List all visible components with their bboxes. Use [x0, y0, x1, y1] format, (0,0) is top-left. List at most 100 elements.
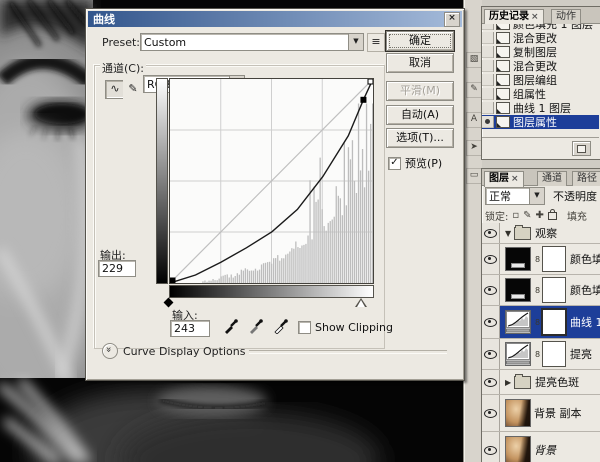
layer-thumbnail[interactable]: [505, 247, 531, 271]
history-item[interactable]: 复制图层: [482, 45, 599, 59]
preview-label: 预览(P): [405, 155, 442, 171]
history-item[interactable]: 曲线 1 图层: [482, 101, 599, 115]
curve-display-options-expander[interactable]: [102, 343, 118, 359]
brush-tool-icon[interactable]: ✎: [466, 82, 482, 98]
history-brush-source[interactable]: [482, 74, 494, 86]
layer-row[interactable]: ▼ 观察: [482, 223, 600, 244]
history-brush-source[interactable]: [482, 102, 494, 114]
preset-select[interactable]: Custom ▼: [140, 33, 364, 51]
visibility-toggle[interactable]: [482, 432, 500, 462]
layer-row[interactable]: 8 提亮: [482, 339, 600, 370]
history-brush-source[interactable]: [482, 116, 494, 128]
visibility-toggle[interactable]: [482, 395, 500, 431]
layer-name[interactable]: 提亮: [570, 346, 592, 362]
tab-close-icon[interactable]: ×: [511, 174, 519, 184]
layer-row[interactable]: 背景 副本: [482, 395, 600, 432]
lock-transparency-icon[interactable]: ▫: [512, 210, 519, 221]
layer-name[interactable]: 颜色填充 1: [570, 282, 600, 298]
history-item-label: 图层属性: [513, 114, 557, 130]
visibility-toggle[interactable]: [482, 223, 500, 243]
options-button[interactable]: 选项(T)...: [386, 128, 454, 148]
tab-layers[interactable]: 图层×: [484, 171, 524, 187]
input-field[interactable]: 243: [170, 320, 210, 337]
layer-name[interactable]: 背景 副本: [534, 405, 582, 421]
black-point-eyedropper[interactable]: [223, 318, 239, 334]
tab-channels-label: 通道: [542, 173, 562, 184]
preview-checkbox[interactable]: ✓: [388, 157, 401, 170]
gray-point-eyedropper[interactable]: [248, 318, 264, 334]
layer-thumbnail[interactable]: [505, 310, 531, 334]
layer-thumbnail[interactable]: [505, 399, 531, 427]
layer-row[interactable]: 8 曲线 1: [482, 306, 600, 339]
dialog-titlebar[interactable]: 曲线 ×: [88, 11, 462, 27]
cancel-button[interactable]: 取消: [386, 53, 454, 73]
curve-display-options-label: Curve Display Options: [123, 345, 245, 358]
layer-thumbnail[interactable]: [505, 342, 531, 366]
auto-button[interactable]: 自动(A): [386, 105, 454, 125]
show-clipping-checkbox[interactable]: [298, 321, 311, 334]
visibility-toggle[interactable]: [482, 244, 500, 274]
layer-row[interactable]: ▶ 提亮色斑: [482, 370, 600, 395]
marquee-tool-icon[interactable]: ▧: [466, 52, 482, 68]
layer-thumbnail[interactable]: [505, 278, 531, 302]
new-snapshot-button[interactable]: [572, 141, 591, 156]
layer-name[interactable]: 背景: [534, 442, 556, 458]
history-item[interactable]: 混合更改: [482, 59, 599, 73]
layer-name[interactable]: 提亮色斑: [535, 374, 579, 390]
chevron-down-icon[interactable]: ▼: [348, 34, 363, 50]
history-brush-source[interactable]: [482, 24, 494, 30]
preset-menu-button[interactable]: ≡: [367, 33, 385, 52]
visibility-toggle[interactable]: [482, 339, 500, 369]
edit-points-tool-button[interactable]: ∿: [105, 80, 125, 99]
folder-icon: [514, 376, 531, 389]
shape-tool-icon[interactable]: ▭: [466, 168, 482, 184]
tab-paths[interactable]: 路径: [572, 171, 600, 186]
expand-arrow-icon[interactable]: ▶: [505, 378, 511, 387]
layer-mask-thumbnail[interactable]: [542, 277, 566, 303]
tab-actions[interactable]: 动作: [551, 9, 581, 24]
chevron-down-icon[interactable]: ▼: [529, 188, 544, 204]
layer-name[interactable]: 曲线 1: [570, 314, 600, 330]
layer-mask-thumbnail[interactable]: [542, 341, 566, 367]
layer-thumbnail[interactable]: [505, 436, 531, 462]
blend-mode-select[interactable]: 正常 ▼: [485, 187, 545, 205]
ok-button[interactable]: 确定: [386, 31, 454, 51]
curve-grid[interactable]: [169, 78, 374, 284]
eye-icon: [484, 446, 497, 455]
white-point-eyedropper[interactable]: [273, 318, 289, 334]
lock-label: 锁定:: [485, 208, 508, 223]
layer-row[interactable]: 8 颜色填充 1: [482, 275, 600, 306]
lock-all-icon[interactable]: [548, 212, 557, 220]
tab-channels[interactable]: 通道: [537, 171, 567, 186]
pencil-tool-button[interactable]: ✎: [123, 80, 143, 99]
lock-paint-icon[interactable]: ✎: [523, 210, 531, 221]
lock-move-icon[interactable]: ✚: [536, 210, 544, 221]
tab-history[interactable]: 历史记录×: [484, 9, 544, 25]
layer-name[interactable]: 颜色填充 1: [570, 251, 600, 267]
layer-name[interactable]: 观察: [535, 225, 557, 241]
visibility-toggle[interactable]: [482, 275, 500, 305]
fill-label: 填充: [567, 208, 587, 223]
output-field[interactable]: 229: [98, 260, 136, 277]
layer-mask-thumbnail[interactable]: [541, 308, 567, 336]
tab-close-icon[interactable]: ×: [531, 12, 539, 22]
layer-row[interactable]: 背景: [482, 432, 600, 462]
close-icon[interactable]: ×: [444, 12, 460, 27]
type-tool-icon[interactable]: A: [466, 112, 482, 128]
visibility-toggle[interactable]: [482, 370, 500, 394]
history-item[interactable]: 图层编组: [482, 73, 599, 87]
layer-row[interactable]: 8 颜色填充 1: [482, 244, 600, 275]
history-item[interactable]: 图层属性: [482, 115, 599, 129]
expand-arrow-icon[interactable]: ▼: [505, 229, 511, 238]
layer-mask-thumbnail[interactable]: [542, 246, 566, 272]
path-select-tool-icon[interactable]: ➤: [466, 140, 482, 156]
history-item[interactable]: 组属性: [482, 87, 599, 101]
history-brush-source[interactable]: [482, 32, 494, 44]
visibility-toggle[interactable]: [482, 306, 500, 338]
history-state-icon: [496, 46, 510, 58]
history-brush-source[interactable]: [482, 46, 494, 58]
history-item[interactable]: 混合更改: [482, 31, 599, 45]
history-brush-source[interactable]: [482, 88, 494, 100]
history-brush-source[interactable]: [482, 60, 494, 72]
curve-plot[interactable]: [170, 79, 373, 283]
